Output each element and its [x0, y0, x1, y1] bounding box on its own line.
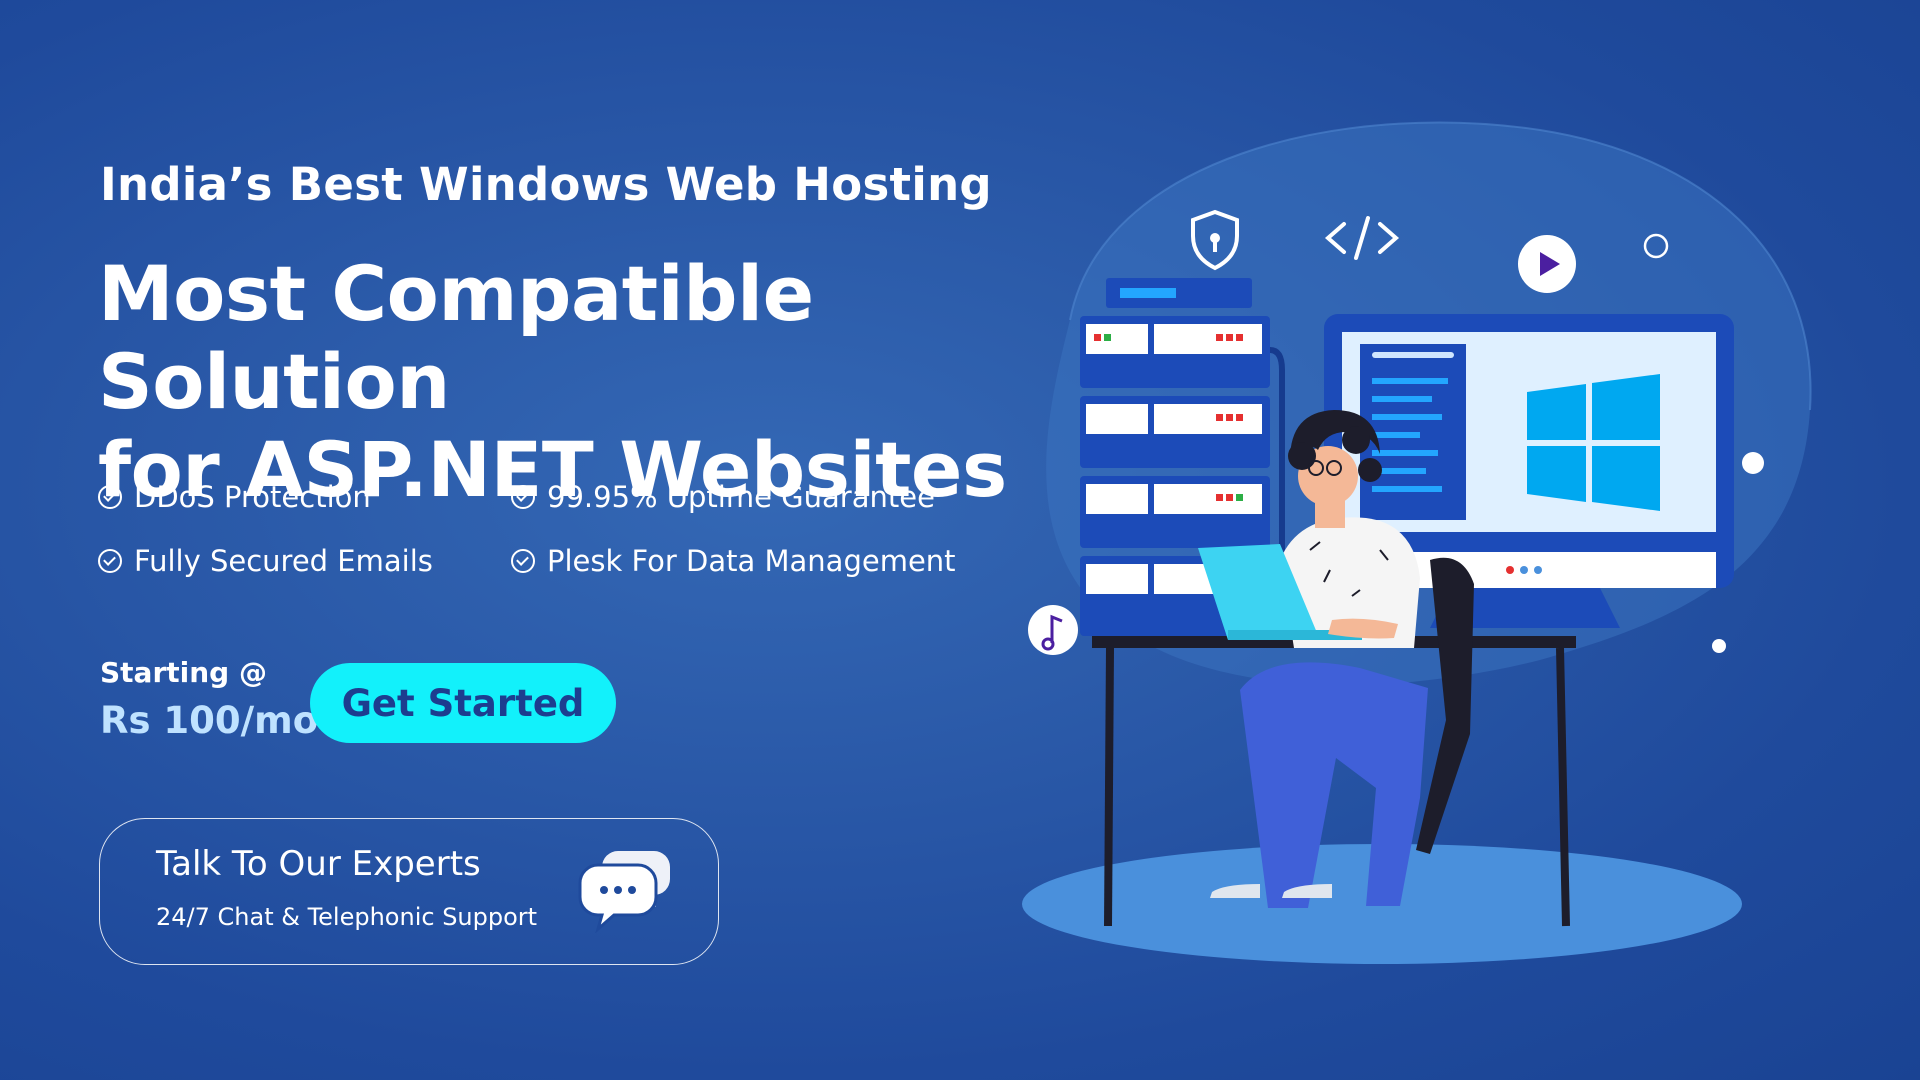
feature-label: Fully Secured Emails: [134, 544, 433, 578]
check-circle-icon: [98, 549, 122, 573]
hero-eyebrow: India’s Best Windows Web Hosting: [100, 158, 992, 211]
feature-label: DDoS Protection: [134, 480, 371, 514]
feature-item: Plesk For Data Management: [511, 544, 971, 578]
feature-item: DDoS Protection: [98, 480, 511, 514]
price-value: Rs 100/mo: [100, 699, 319, 742]
feature-item: 99.95% Uptime Guarantee: [511, 480, 971, 514]
hosting-illustration: [1022, 121, 1812, 964]
feature-item: Fully Secured Emails: [98, 544, 511, 578]
music-note-icon: [1028, 605, 1078, 655]
experts-subtitle: 24/7 Chat & Telephonic Support: [156, 903, 538, 931]
hero-headline: Most Compatible Solution for ASP.NET Web…: [98, 250, 1108, 514]
price-label: Starting @: [100, 656, 267, 689]
check-circle-icon: [98, 485, 122, 509]
check-circle-icon: [511, 549, 535, 573]
price-block: Starting @ Rs 100/mo: [100, 656, 318, 742]
feature-list: DDoS Protection 99.95% Uptime Guarantee …: [98, 480, 978, 578]
experts-title: Talk To Our Experts: [156, 844, 481, 884]
headline-line-1: Most Compatible Solution: [98, 249, 814, 426]
talk-to-experts-card[interactable]: Talk To Our Experts 24/7 Chat & Telephon…: [99, 818, 719, 965]
play-icon: [1518, 235, 1576, 293]
get-started-button[interactable]: Get Started: [310, 663, 616, 743]
dot-decoration: [1712, 639, 1726, 653]
dot-decoration: [1742, 452, 1764, 474]
feature-label: 99.95% Uptime Guarantee: [547, 480, 935, 514]
check-circle-icon: [511, 485, 535, 509]
feature-label: Plesk For Data Management: [547, 544, 956, 578]
chat-bubbles-icon: [578, 851, 670, 933]
